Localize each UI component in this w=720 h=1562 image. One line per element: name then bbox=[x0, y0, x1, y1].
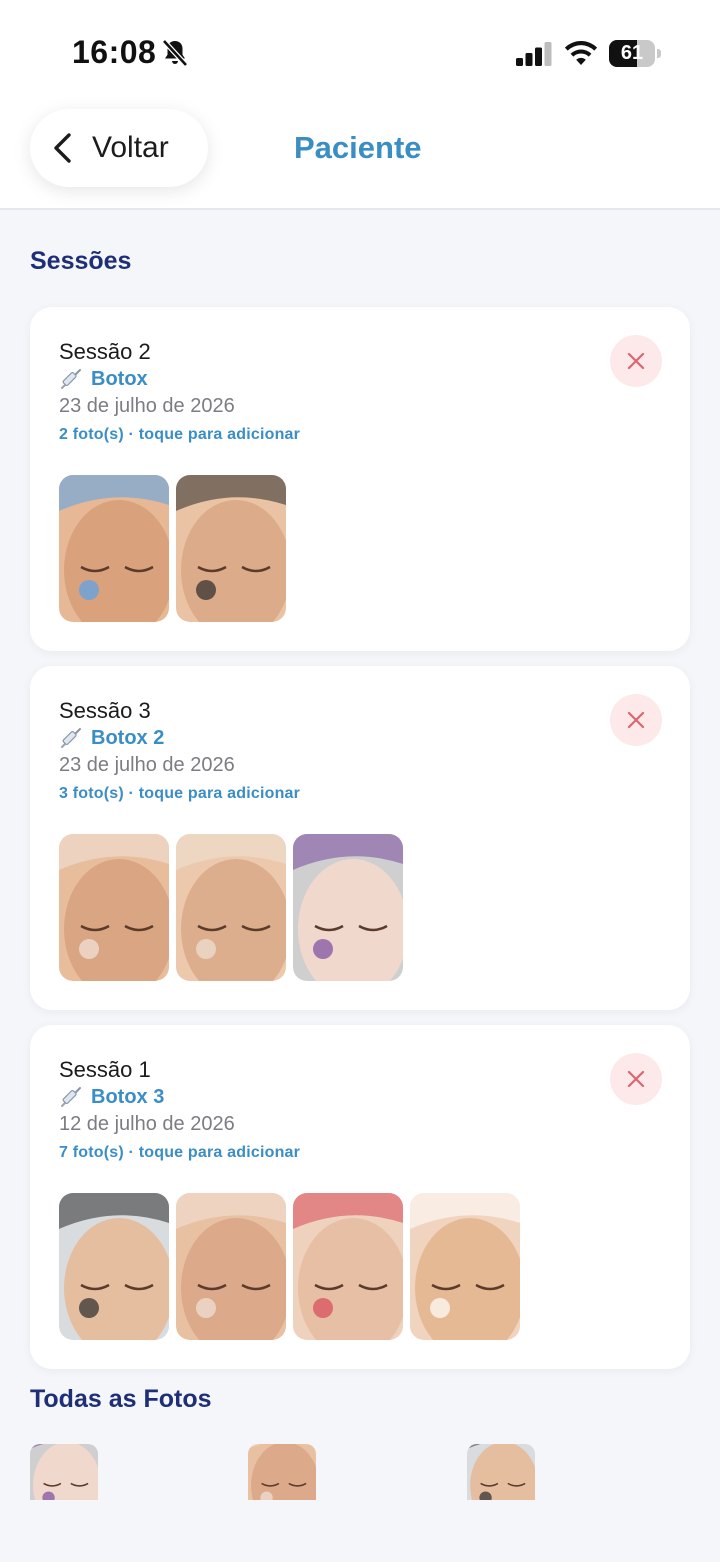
session-date: 23 de julho de 2026 bbox=[59, 395, 235, 417]
session-card[interactable]: Sessão 3 Botox 2 23 de julho de 2026 3 f… bbox=[30, 666, 690, 1010]
chevron-left-icon bbox=[54, 133, 71, 163]
delete-session-button[interactable] bbox=[610, 694, 662, 746]
session-title: Sessão 3 bbox=[59, 698, 151, 723]
session-title: Sessão 1 bbox=[59, 1057, 151, 1082]
session-photo[interactable] bbox=[176, 475, 286, 622]
procedure-name: Botox 2 bbox=[91, 726, 165, 749]
session-procedure: Botox 2 bbox=[59, 726, 164, 750]
page-title: Paciente bbox=[294, 130, 422, 165]
session-card[interactable]: Sessão 2 Botox 23 de julho de 2026 2 fot… bbox=[30, 307, 690, 651]
session-card[interactable]: Sessão 1 Botox 3 12 de julho de 2026 7 f… bbox=[30, 1025, 690, 1369]
session-photos bbox=[59, 1193, 527, 1340]
session-title: Sessão 2 bbox=[59, 339, 151, 364]
all-photos-heading: Todas as Fotos bbox=[30, 1385, 212, 1413]
back-label: Voltar bbox=[92, 131, 169, 164]
close-icon bbox=[627, 352, 645, 370]
procedure-name: Botox bbox=[91, 367, 148, 390]
nav-header: Voltar Paciente bbox=[0, 100, 720, 210]
session-procedure: Botox 3 bbox=[59, 1085, 164, 1109]
session-photos bbox=[59, 834, 410, 981]
close-icon bbox=[627, 1070, 645, 1088]
delete-session-button[interactable] bbox=[610, 1053, 662, 1105]
session-photo[interactable] bbox=[293, 1193, 403, 1340]
battery-level: 61 bbox=[620, 42, 644, 64]
session-procedure: Botox bbox=[59, 367, 148, 391]
add-photo-link[interactable]: 7 foto(s) · toque para adicionar bbox=[59, 1144, 300, 1162]
sessions-heading: Sessões bbox=[30, 247, 132, 275]
add-photo-link[interactable]: 3 foto(s) · toque para adicionar bbox=[59, 785, 300, 803]
syringe-icon bbox=[61, 369, 81, 389]
session-photo[interactable] bbox=[293, 834, 403, 981]
session-date: 12 de julho de 2026 bbox=[59, 1113, 235, 1135]
syringe-icon bbox=[61, 1087, 81, 1107]
delete-session-button[interactable] bbox=[610, 335, 662, 387]
gallery-photo[interactable] bbox=[30, 1444, 98, 1500]
add-photo-link[interactable]: 2 foto(s) · toque para adicionar bbox=[59, 426, 300, 444]
bell-slash-icon bbox=[162, 39, 188, 67]
session-photo[interactable] bbox=[176, 834, 286, 981]
close-icon bbox=[627, 711, 645, 729]
status-bar: 16:08 61 bbox=[0, 0, 720, 100]
session-photos bbox=[59, 475, 293, 622]
status-time: 16:08 bbox=[72, 34, 157, 70]
session-date: 23 de julho de 2026 bbox=[59, 754, 235, 776]
session-photo[interactable] bbox=[176, 1193, 286, 1340]
session-photo[interactable] bbox=[59, 475, 169, 622]
battery-indicator: 61 bbox=[609, 40, 661, 67]
back-button[interactable]: Voltar bbox=[30, 109, 208, 187]
session-photo[interactable] bbox=[410, 1193, 520, 1340]
syringe-icon bbox=[61, 728, 81, 748]
signal-icon bbox=[516, 42, 552, 66]
gallery-photo[interactable] bbox=[467, 1444, 535, 1500]
session-photo[interactable] bbox=[59, 1193, 169, 1340]
gallery-photo[interactable] bbox=[248, 1444, 316, 1500]
session-photo[interactable] bbox=[59, 834, 169, 981]
procedure-name: Botox 3 bbox=[91, 1085, 165, 1108]
wifi-icon bbox=[564, 41, 598, 65]
